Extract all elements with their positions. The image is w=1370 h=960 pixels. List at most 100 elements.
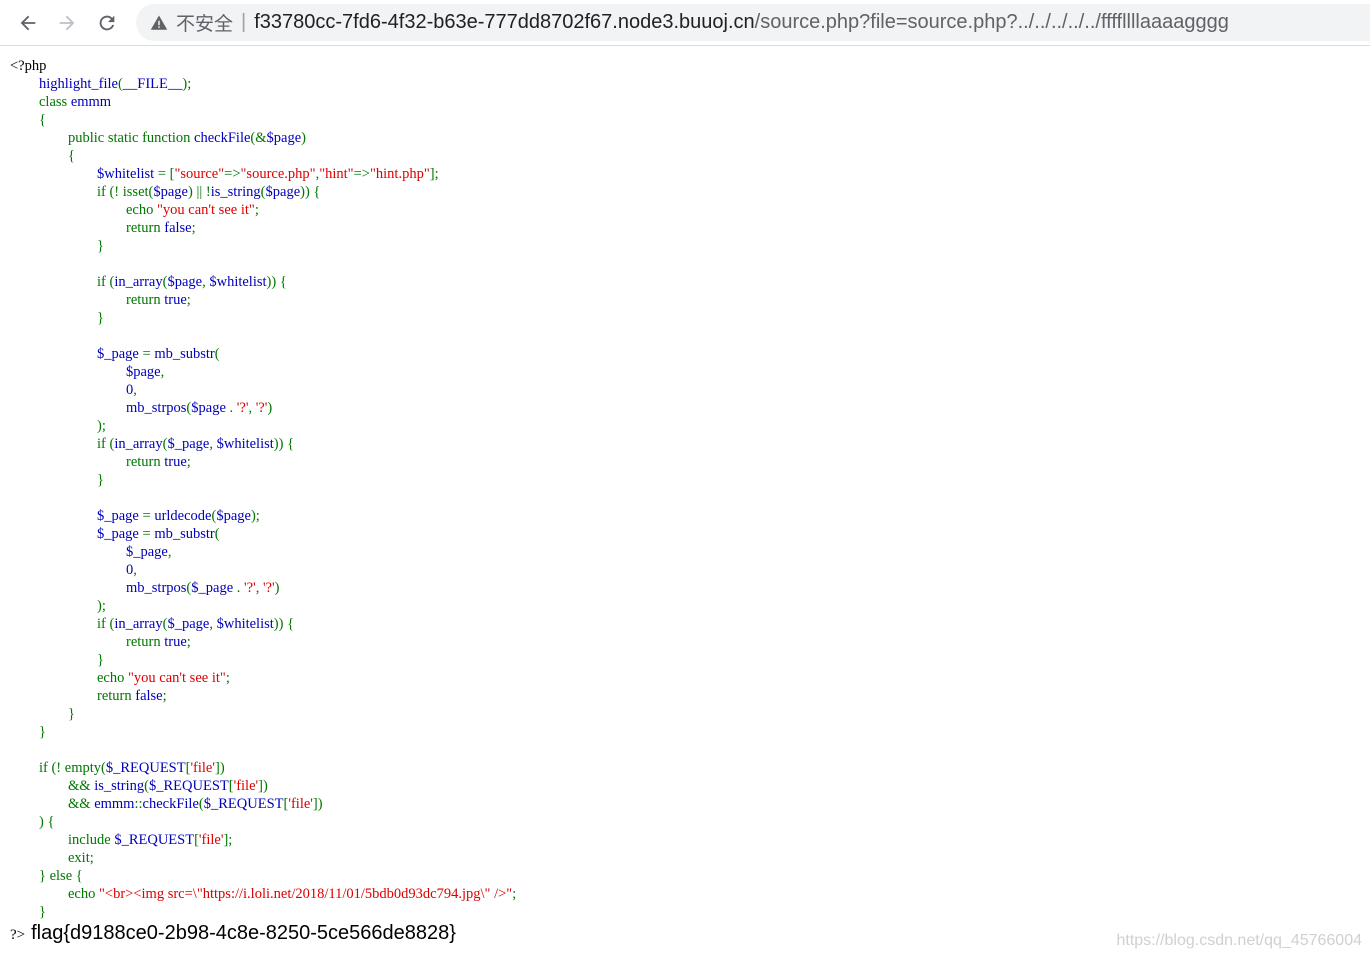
code-token: );	[10, 418, 106, 434]
code-token: $page	[167, 274, 203, 290]
code-token: include	[10, 832, 115, 848]
code-line: }	[10, 723, 516, 741]
code-token: $_page	[167, 436, 210, 452]
code-token: '?'	[262, 580, 275, 596]
code-token: "<br><img src=\"https://i.loli.net/2018/…	[99, 886, 513, 902]
code-token: $_page	[10, 508, 143, 524]
browser-toolbar: 不安全 | f33780cc-7fd6-4f32-b63e-777dd8702f…	[0, 0, 1370, 46]
code-line: $whitelist = ["source"=>"source.php","hi…	[10, 165, 516, 183]
code-token: {	[10, 148, 75, 164]
code-token: $_REQUEST	[105, 760, 186, 776]
code-token: false	[164, 220, 192, 236]
code-token: if (	[10, 616, 115, 632]
code-token: is_string	[210, 184, 261, 200]
code-token: "hint"	[319, 166, 354, 182]
code-token: $page	[265, 184, 301, 200]
code-token: 0	[10, 382, 134, 398]
code-token: true	[164, 292, 187, 308]
code-token: true	[164, 634, 187, 650]
code-token: 'file'	[233, 778, 259, 794]
code-token: (&	[250, 130, 267, 146]
back-button[interactable]	[13, 8, 43, 38]
code-line: ) {	[10, 813, 516, 831]
code-token: )	[267, 400, 273, 416]
code-token: "you can't see it"	[128, 670, 226, 686]
code-line: highlight_file(__FILE__);	[10, 75, 516, 93]
reload-button[interactable]	[92, 8, 122, 38]
code-token: (	[214, 526, 220, 542]
code-line: echo "you can't see it";	[10, 201, 516, 219]
code-token: $whitelist	[216, 436, 274, 452]
arrow-left-icon	[20, 15, 36, 31]
code-line: );	[10, 417, 516, 435]
code-token: return	[10, 454, 165, 470]
code-token: $_page	[10, 526, 143, 542]
code-line: {	[10, 111, 516, 129]
code-line: && is_string($_REQUEST['file'])	[10, 777, 516, 795]
code-token: $_page	[167, 616, 210, 632]
code-line: public static function checkFile(&$page)	[10, 129, 516, 147]
code-token: emmm	[94, 796, 135, 812]
code-token: }	[10, 310, 104, 326]
code-token: $page	[191, 400, 230, 416]
code-line: <?php	[10, 57, 516, 75]
code-token: );	[10, 598, 106, 614]
code-line: return true;	[10, 633, 516, 651]
code-line: }	[10, 903, 516, 921]
code-token: echo	[10, 202, 157, 218]
code-token: {	[10, 112, 46, 128]
code-token: true	[164, 454, 187, 470]
code-token: )	[301, 130, 306, 146]
code-token: "hint.php"	[369, 166, 430, 182]
code-token: }	[10, 706, 75, 722]
code-token: return	[10, 292, 165, 308]
code-token: echo	[10, 886, 99, 902]
reload-icon	[99, 15, 115, 31]
flag-text: flag{d9188ce0-2b98-4c8e-8250-5ce566de882…	[31, 922, 456, 944]
code-token: )	[274, 580, 280, 596]
code-token: ])	[214, 760, 225, 776]
code-token: ];	[429, 166, 439, 182]
code-token: '?'	[236, 400, 249, 416]
code-token: = [	[157, 166, 175, 182]
code-line: return false;	[10, 219, 516, 237]
code-token: highlight_file	[10, 76, 118, 92]
code-token: (	[214, 346, 220, 362]
code-line: $_page = mb_substr(	[10, 525, 516, 543]
security-label[interactable]: 不安全	[176, 9, 233, 36]
code-token: 'file'	[190, 760, 215, 776]
code-line: return true;	[10, 453, 516, 471]
forward-button[interactable]	[52, 8, 82, 38]
code-line: if (in_array($page, $whitelist)) {	[10, 273, 516, 291]
code-token: "source"	[174, 166, 225, 182]
code-token: ::	[134, 796, 143, 812]
code-token: )) {	[273, 616, 295, 632]
url-path: /source.php?file=source.php?../../../../…	[754, 11, 1229, 33]
code-token: in_array	[114, 436, 163, 452]
code-token: is_string	[94, 778, 145, 794]
code-token: '?'	[244, 580, 256, 596]
code-token: ,	[248, 400, 256, 416]
highlighted-source-code: <?php highlight_file(__FILE__); class em…	[10, 57, 516, 921]
code-token: ,	[133, 562, 137, 578]
code-token: mb_strpos	[10, 400, 187, 416]
csdn-watermark: https://blog.csdn.net/qq_45766004	[1116, 932, 1362, 949]
code-token: in_array	[114, 616, 163, 632]
code-token: }	[10, 238, 104, 254]
code-token: mb_substr	[154, 526, 215, 542]
code-token: ,	[167, 544, 172, 560]
address-bar[interactable]: 不安全 | f33780cc-7fd6-4f32-b63e-777dd8702f…	[136, 4, 1370, 41]
code-token: } else {	[10, 868, 83, 884]
code-token: $whitelist	[10, 166, 158, 182]
code-token: public static function	[10, 130, 195, 146]
code-token: ) || !	[188, 184, 211, 200]
code-token: checkFile	[194, 130, 251, 146]
warning-icon	[150, 14, 168, 32]
php-close-tag: ?>	[10, 927, 26, 943]
code-token: ;	[186, 292, 191, 308]
code-token: =>	[353, 166, 370, 182]
code-token: ])	[258, 778, 268, 794]
